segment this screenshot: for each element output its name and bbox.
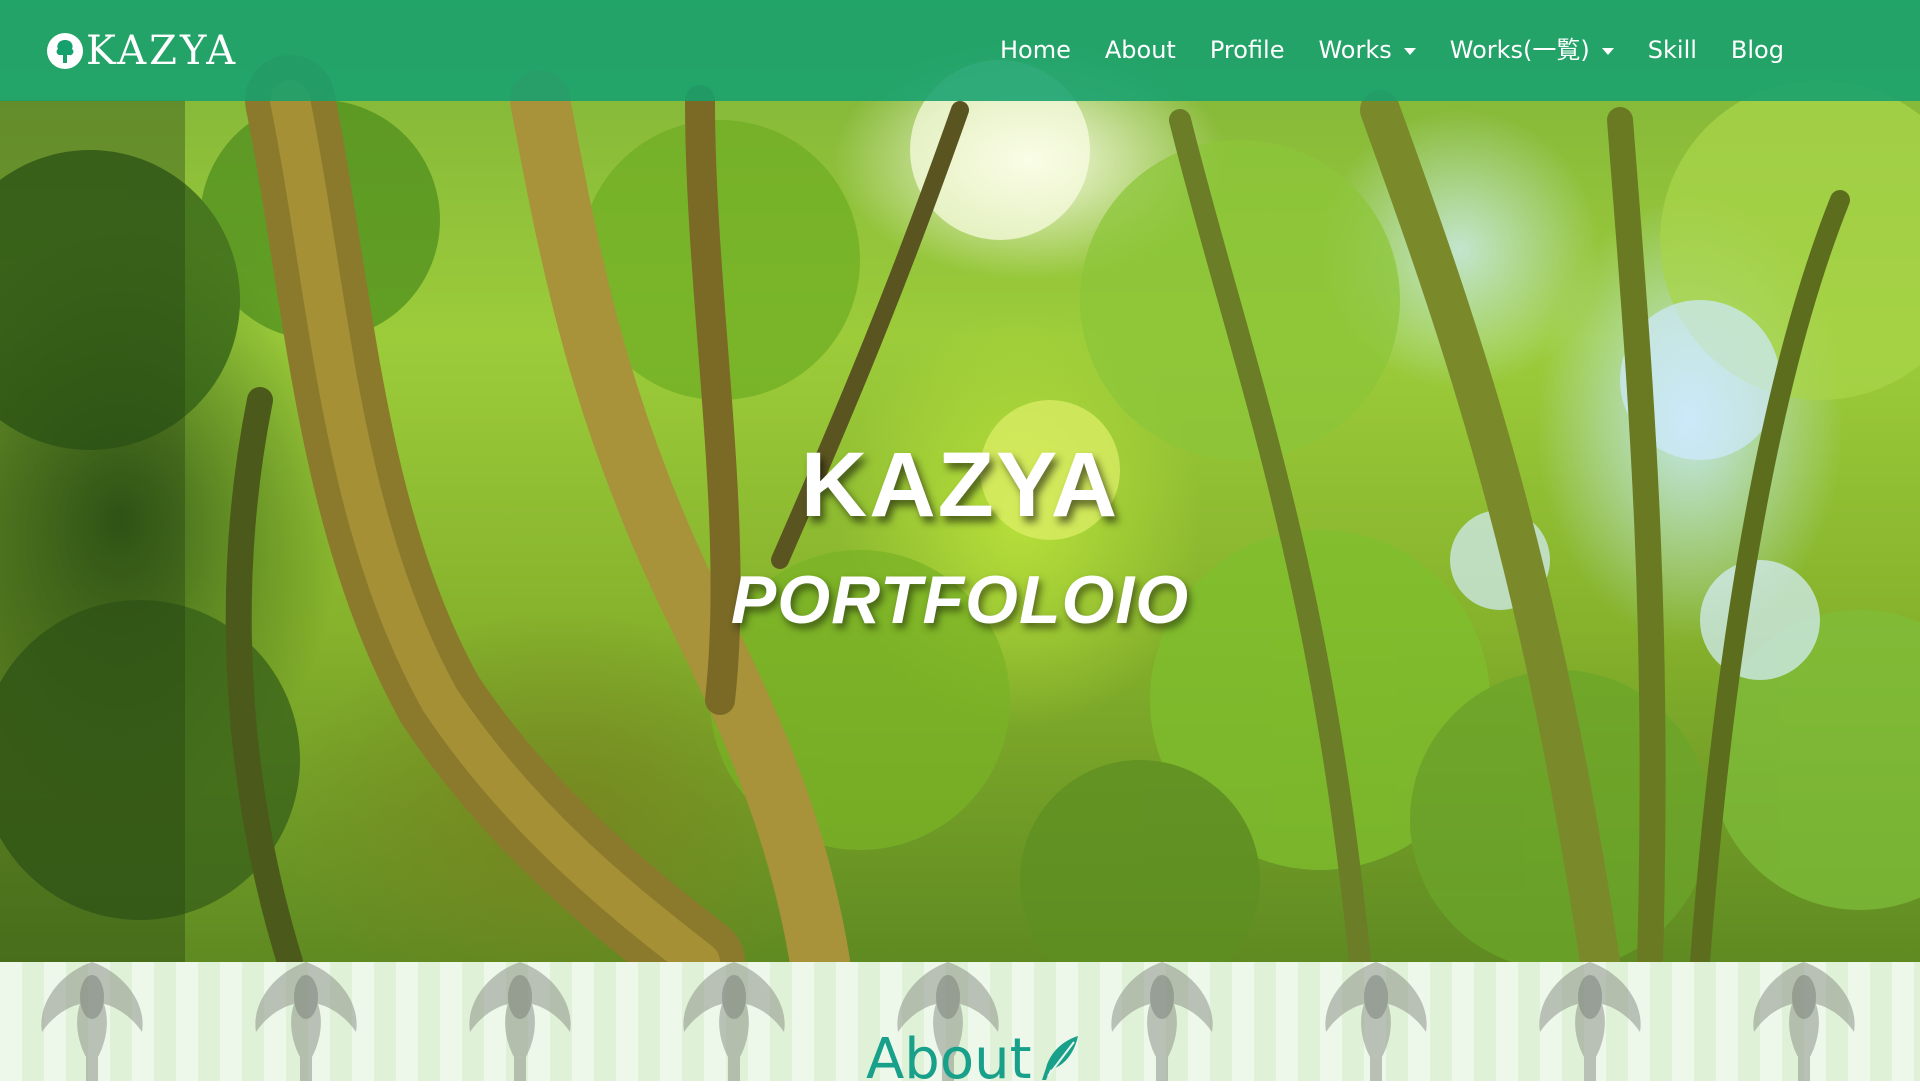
nav-item-label: Skill	[1647, 36, 1697, 64]
brand-logo[interactable]: KAZYA	[46, 28, 238, 74]
nav-item-label: Works(一覧)	[1449, 36, 1590, 64]
nav-item-blog[interactable]: Blog	[1731, 0, 1784, 101]
nav-item-label: Profile	[1209, 36, 1285, 64]
nav-item-works-list[interactable]: Works(一覧)	[1450, 0, 1614, 101]
top-navbar: KAZYA Home About Profile Works Works(一覧)…	[0, 0, 1920, 101]
nav-item-label: Blog	[1730, 36, 1784, 64]
chevron-down-icon	[1601, 48, 1614, 55]
tree-icon	[47, 33, 83, 69]
nav-item-skill[interactable]: Skill	[1648, 0, 1697, 101]
nav-item-about[interactable]: About	[1105, 0, 1176, 101]
about-heading-text: About	[866, 1027, 1032, 1092]
nav-item-home[interactable]: Home	[1000, 0, 1071, 101]
hero-subtitle: PORTFOLOIO	[730, 562, 1190, 638]
nav-item-works[interactable]: Works	[1318, 0, 1416, 101]
nav-item-profile[interactable]: Profile	[1210, 0, 1285, 101]
nav-item-label: Works	[1318, 36, 1392, 64]
nav-item-label: Home	[1000, 36, 1071, 64]
main-nav: Home About Profile Works Works(一覧) Skill…	[1000, 0, 1818, 101]
chevron-down-icon	[1403, 48, 1416, 55]
feather-icon	[1041, 1036, 1078, 1080]
brand-text: KAZYA	[86, 28, 239, 74]
hero-section: KAZYA PORTFOLOIO	[0, 0, 1920, 962]
nav-item-label: About	[1104, 36, 1176, 64]
about-heading: About	[866, 1030, 1082, 1090]
hero-title: KAZYA	[800, 434, 1120, 536]
